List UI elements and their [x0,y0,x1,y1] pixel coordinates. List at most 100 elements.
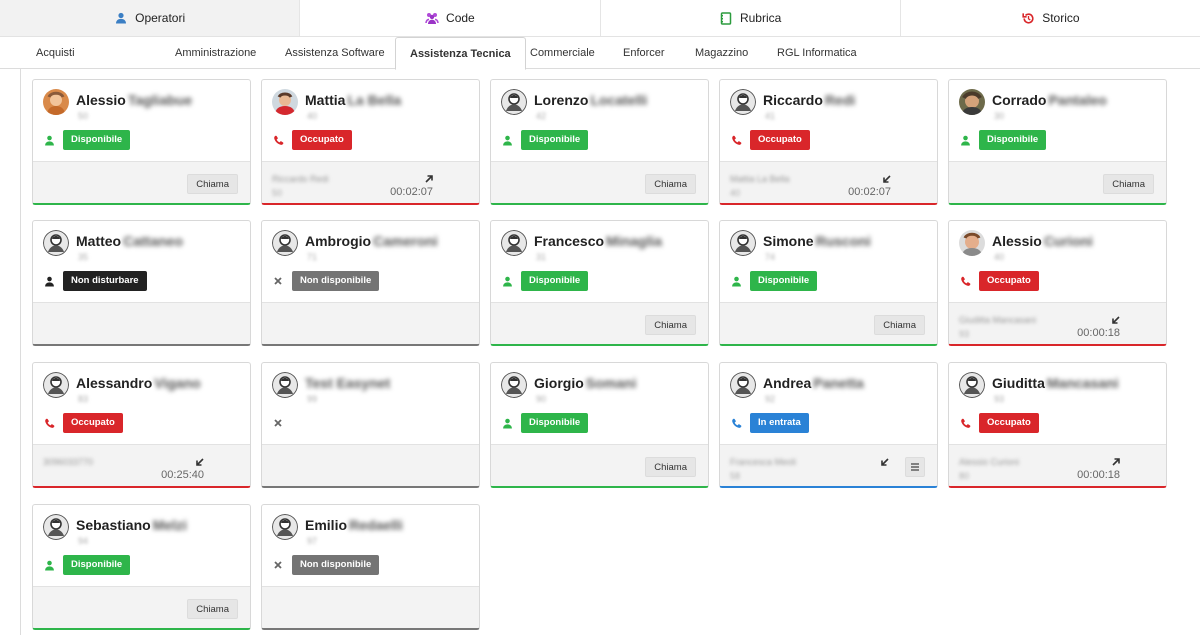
status-row: Occupato [730,130,810,150]
operator-card[interactable]: Ambrogio Cameroni 71 Non disponibile [261,220,480,346]
call-duration: 00:00:18 [1077,327,1120,339]
peer-extension: 93 [959,329,970,339]
operator-card[interactable]: Corrado Pantaleo 30 Disponibile Chiama [948,79,1167,205]
operator-card[interactable]: Sebastiano Melzi 94 Disponibile Chiama [32,504,251,630]
nav-code[interactable]: Code [300,0,601,36]
operator-card[interactable]: Emilio Redaelli 97 Non disponibile [261,504,480,630]
operator-extension: 50 [78,111,89,121]
call-button[interactable]: Chiama [1103,174,1154,194]
operator-extension: 97 [307,536,318,546]
avatar [272,514,298,540]
peer-name: Francesca Meoli [730,457,797,467]
operator-extension: 94 [78,536,89,546]
status-row: In entrata [730,413,809,433]
operator-first-name: Alessio [76,92,126,108]
operator-card[interactable]: Alessio Curioni 40 Occupato Giuditta Mancasa… [948,220,1167,346]
call-button[interactable]: Chiama [645,174,696,194]
status-row: Occupato [959,271,1039,291]
operator-first-name: Corrado [992,92,1047,108]
operator-extension: 40 [307,111,318,121]
department-tabs: Acquisti Amministrazione Assistenza Soft… [0,37,1200,70]
operator-card[interactable]: Mattia La Bella 40 Occupato Riccardo Redi 50 0… [261,79,480,205]
operator-name: Simone Rusconi [763,233,871,249]
operator-first-name: Giorgio [534,375,584,391]
operator-extension: 41 [765,111,776,121]
person-icon [43,559,55,571]
status-badge: Occupato [979,271,1039,291]
operator-extension: 40 [994,252,1005,262]
status-badge: Occupato [292,130,352,150]
operator-name: Alessio Tagliabue [76,92,192,108]
operator-name: Emilio Redaelli [305,517,403,533]
operator-card[interactable]: Lorenzo Locatelli 42 Disponibile Chiama [490,79,709,205]
person-icon [43,275,55,287]
operator-extension: 31 [536,252,547,262]
tab-rgl-informatica[interactable]: RGL Informatica [763,37,871,69]
close-icon [272,559,284,571]
call-button[interactable]: Chiama [645,457,696,477]
tab-acquisti[interactable]: Acquisti [22,37,89,69]
card-footer: Chiama [720,302,937,344]
tab-commerciale[interactable]: Commerciale [516,37,609,69]
status-row: Disponibile [43,555,131,575]
card-footer: Chiama [33,586,250,628]
peer-extension: 58 [730,471,741,481]
operator-name: Giorgio Somani [534,375,636,391]
user-icon [114,11,128,25]
tab-amministrazione[interactable]: Amministrazione [161,37,270,69]
operator-card[interactable]: Giorgio Somani 90 Disponibile Chiama [490,362,709,488]
users-icon [425,11,439,25]
phone-icon [730,417,742,429]
operator-card[interactable]: Matteo Cattaneo 35 Non disturbare [32,220,251,346]
operator-first-name: Matteo [76,233,122,249]
operator-card[interactable]: Riccardo Redi 41 Occupato Mattia La Bella 40 0… [719,79,938,205]
card-footer: Francesca Meoli 58 [720,444,937,486]
operator-extension: 83 [78,394,89,404]
call-button[interactable]: Chiama [874,315,925,335]
nav-storico[interactable]: Storico [901,0,1200,36]
avatar [43,89,69,115]
call-button[interactable]: Chiama [187,599,238,619]
operator-card[interactable]: Francesco Minaglia 31 Disponibile Chiama [490,220,709,346]
avatar [959,372,985,398]
operator-first-name: Lorenzo [534,92,589,108]
nav-label: Operatori [135,11,186,25]
status-badge: Disponibile [979,130,1047,150]
tab-enforcer[interactable]: Enforcer [609,37,679,69]
incoming-call-icon [881,173,893,185]
avatar [43,230,69,256]
person-icon [43,134,55,146]
nav-rubrica[interactable]: Rubrica [601,0,901,36]
card-footer: 3096033770 00:25:40 [33,444,250,486]
operator-surname: La Bella [347,92,402,108]
tab-assistenza-tecnica[interactable]: Assistenza Tecnica [395,37,526,70]
operator-name: Ambrogio Cameroni [305,233,438,249]
operator-surname: Test Easynet [305,375,391,391]
status-badge: Disponibile [521,271,589,291]
operator-card[interactable]: Andrea Panetta 92 In entrata Francesca Meoli… [719,362,938,488]
operator-card[interactable]: Alessandro Vigano 83 Occupato 3096033770 00:2… [32,362,251,488]
operator-name: Sebastiano Melzi [76,517,187,533]
operator-card[interactable]: Giuditta Mancasani 93 Occupato Alessio Curio… [948,362,1167,488]
top-nav: Operatori Code Rubrica Storico [0,0,1200,37]
operator-card[interactable]: Simone Rusconi 74 Disponibile Chiama [719,220,938,346]
operator-card[interactable]: Alessio Tagliabue 50 Disponibile Chiama [32,79,251,205]
status-badge: Disponibile [63,130,131,150]
operator-surname: Mancasani [1046,375,1119,391]
peer-name: Riccardo Redi [272,174,329,184]
tab-magazzino[interactable]: Magazzino [681,37,762,69]
nav-operatori[interactable]: Operatori [0,0,301,36]
card-footer: Chiama [33,161,250,203]
operator-card[interactable]: Test Easynet 99 [261,362,480,488]
status-row: Occupato [43,413,123,433]
close-icon [272,275,284,287]
status-row: Occupato [272,130,352,150]
operator-surname: Locatelli [590,92,648,108]
call-button[interactable]: Chiama [645,315,696,335]
menu-button[interactable] [905,457,925,477]
operator-surname: Cattaneo [123,233,184,249]
status-row: Disponibile [501,413,589,433]
call-button[interactable]: Chiama [187,174,238,194]
card-footer: Chiama [491,444,708,486]
tab-assistenza-software[interactable]: Assistenza Software [271,37,399,69]
